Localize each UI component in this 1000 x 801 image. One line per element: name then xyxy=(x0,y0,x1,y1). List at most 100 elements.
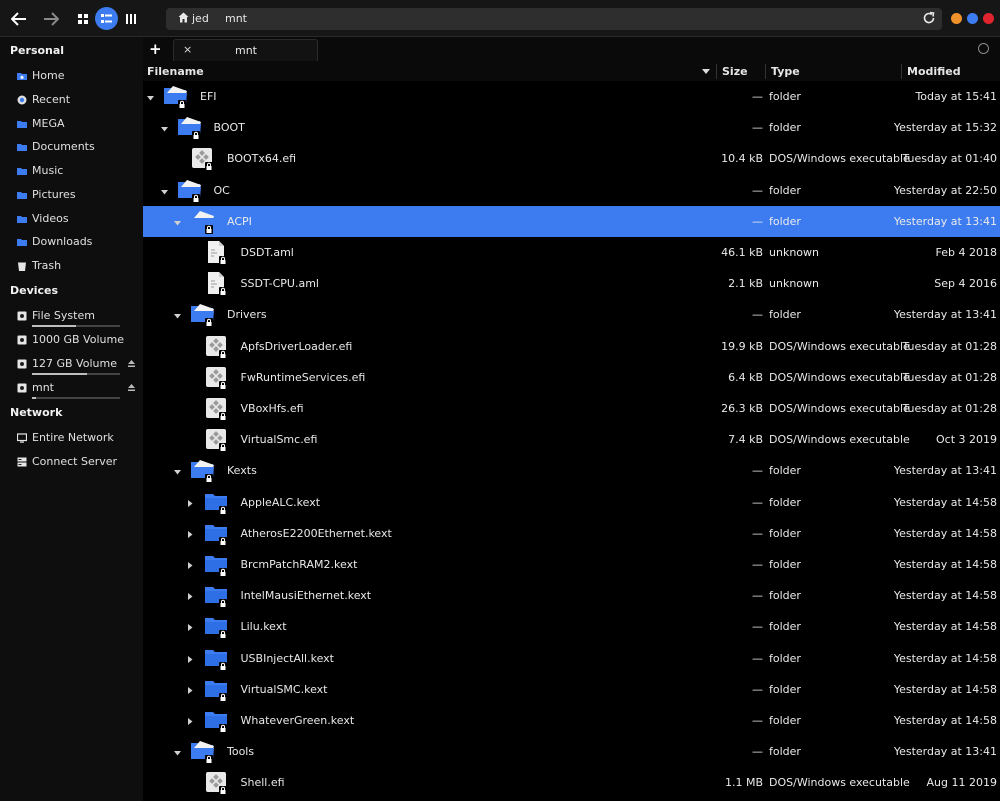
file-modified: Tuesday at 01:28 xyxy=(902,370,998,384)
file-modified: Yesterday at 13:41 xyxy=(893,214,997,228)
sidebar-item-pictures[interactable]: Pictures xyxy=(0,185,143,205)
column-view-button[interactable] xyxy=(119,7,142,30)
sidebar-section-personal: Personal xyxy=(10,44,65,57)
file-name: BOOTx64.efi xyxy=(227,152,297,166)
file-row[interactable]: EFI — folder Today at 15:41 xyxy=(143,81,1000,112)
column-size[interactable]: Size xyxy=(722,65,748,78)
sidebar-item-label: Home xyxy=(32,69,65,82)
file-size: — xyxy=(752,589,763,603)
file-modified: Sep 4 2016 xyxy=(934,277,997,291)
expander-open-icon[interactable] xyxy=(147,91,155,101)
sidebar-item-music[interactable]: Music xyxy=(0,161,143,181)
column-modified[interactable]: Modified xyxy=(907,65,961,78)
sidebar-item-videos[interactable]: Videos xyxy=(0,209,143,229)
sidebar-item-trash[interactable]: Trash xyxy=(0,256,143,276)
maximize-button[interactable] xyxy=(967,13,978,24)
file-row[interactable]: USBInjectAll.kext — folder Yesterday at 14:… xyxy=(143,643,1000,674)
sidebar-item-downloads[interactable]: Downloads xyxy=(0,232,143,252)
back-button[interactable] xyxy=(8,8,30,30)
folder-icon xyxy=(17,192,27,199)
location-bar[interactable]: jed mnt xyxy=(166,8,942,30)
file-row[interactable]: BrcmPatchRAM2.kext — folder Yesterday at 14… xyxy=(143,549,1000,580)
file-row[interactable]: ACPI — folder Yesterday at 13:41 xyxy=(143,205,1000,237)
reload-icon[interactable] xyxy=(922,11,936,25)
expander-closed-icon[interactable] xyxy=(187,621,196,632)
file-type: DOS/Windows executable xyxy=(769,152,910,166)
sidebar-item-1000gb-volume[interactable]: 1000 GB Volume xyxy=(0,330,143,350)
file-row[interactable]: IntelMausiEthernet.kext — folder Yesterday … xyxy=(143,580,1000,611)
file-row[interactable]: BOOTx64.efi 10.4 kB DOS/Windows executable… xyxy=(143,143,1000,174)
expander-open-icon[interactable] xyxy=(174,309,182,319)
eject-icon[interactable] xyxy=(128,360,135,367)
column-type[interactable]: Type xyxy=(771,65,800,78)
expander-open-icon[interactable] xyxy=(160,122,169,132)
file-row[interactable]: FwRuntimeServices.efi 6.4 kB DOS/Windows e… xyxy=(143,362,1000,393)
sort-descending-icon[interactable] xyxy=(702,69,710,74)
breadcrumb-current[interactable]: mnt xyxy=(225,12,247,25)
file-row[interactable]: VirtualSmc.efi 7.4 kB DOS/Windows executab… xyxy=(143,424,1000,455)
expander-closed-icon[interactable] xyxy=(187,559,196,569)
file-modified: Yesterday at 13:41 xyxy=(893,464,997,478)
icon-view-button[interactable] xyxy=(71,7,94,30)
file-row[interactable]: Kexts — folder Yesterday at 13:41 xyxy=(143,455,1000,486)
sidebar-item-127gb-volume[interactable]: 127 GB Volume xyxy=(0,354,143,375)
expander-open-icon[interactable] xyxy=(160,185,169,195)
close-button[interactable] xyxy=(983,13,994,24)
sidebar-item-connect-server[interactable]: Connect Server xyxy=(0,452,143,472)
file-size: — xyxy=(752,495,763,509)
file-row[interactable]: VBoxHfs.efi 26.3 kB DOS/Windows executable… xyxy=(143,393,1000,424)
column-filename[interactable]: Filename xyxy=(147,65,204,78)
expander-open-icon[interactable] xyxy=(174,216,182,226)
file-row[interactable]: WhateverGreen.kext — folder Yesterday at 14… xyxy=(143,705,1000,736)
file-row[interactable]: Tools — folder Yesterday at 13:41 xyxy=(143,736,1000,767)
list-view-button[interactable] xyxy=(95,7,118,30)
sidebar-item-home[interactable]: Home xyxy=(0,66,143,86)
sidebar-item-file-system[interactable]: File System xyxy=(0,306,143,327)
file-row[interactable]: Shell.efi 1.1 MB DOS/Windows executable Aug… xyxy=(143,767,1000,798)
breadcrumb-home[interactable]: jed xyxy=(192,12,209,25)
file-row[interactable]: Drivers — folder Yesterday at 13:41 xyxy=(143,299,1000,330)
expander-closed-icon[interactable] xyxy=(187,497,196,507)
tab-label: mnt xyxy=(235,44,257,57)
tab-mnt[interactable]: × mnt xyxy=(173,39,318,61)
sidebar-item-mnt[interactable]: mnt xyxy=(0,378,143,399)
file-type: folder xyxy=(769,558,801,571)
sidebar-item-entire-network[interactable]: Entire Network xyxy=(0,428,143,448)
executable-file-icon xyxy=(204,334,228,361)
sidebar-item-recent[interactable]: Recent xyxy=(0,90,143,110)
list-icon xyxy=(101,13,112,23)
expander-closed-icon[interactable] xyxy=(187,590,196,601)
file-row[interactable]: BOOT — folder Yesterday at 15:32 xyxy=(143,112,1000,143)
file-row[interactable]: VirtualSMC.kext — folder Yesterday at 14:58 xyxy=(143,674,1000,705)
expander-closed-icon[interactable] xyxy=(187,715,196,725)
expander-open-icon[interactable] xyxy=(174,746,182,756)
sidebar-item-documents[interactable]: Documents xyxy=(0,137,143,157)
folder-icon xyxy=(190,458,216,485)
close-tab-icon[interactable]: × xyxy=(183,43,192,56)
file-row[interactable]: AtherosE2200Ethernet.kext — folder Yesterda… xyxy=(143,518,1000,549)
file-type: DOS/Windows executable xyxy=(769,339,910,353)
file-row[interactable]: SSDT-CPU.aml 2.1 kB unknown Sep 4 2016 xyxy=(143,268,1000,299)
file-row[interactable]: ApfsDriverLoader.efi 19.9 kB DOS/Windows e… xyxy=(143,331,1000,362)
file-size: 7.4 kB xyxy=(728,433,763,447)
file-row[interactable]: OC — folder Yesterday at 22:50 xyxy=(143,175,1000,206)
file-row[interactable]: AppleALC.kext — folder Yesterday at 14:58 xyxy=(143,487,1000,518)
expander-open-icon[interactable] xyxy=(174,465,182,475)
file-row[interactable]: Lilu.kext — folder Yesterday at 14:58 xyxy=(143,611,1000,642)
eject-icon[interactable] xyxy=(128,384,135,391)
sidebar-item-mega[interactable]: MEGA xyxy=(0,114,143,134)
minimize-button[interactable] xyxy=(951,13,962,24)
usage-bar xyxy=(32,325,120,327)
new-tab-button[interactable]: + xyxy=(149,40,162,58)
file-row[interactable]: DSDT.aml 46.1 kB unknown Feb 4 2018 xyxy=(143,237,1000,268)
expander-closed-icon[interactable] xyxy=(187,528,196,538)
file-type: DOS/Windows executable xyxy=(769,370,910,384)
text-file-icon xyxy=(204,240,228,267)
tab-menu-icon[interactable] xyxy=(978,43,989,54)
forward-button[interactable] xyxy=(40,8,62,30)
file-type: folder xyxy=(769,495,801,509)
expander-closed-icon[interactable] xyxy=(187,653,196,663)
file-name: IntelMausiEthernet.kext xyxy=(240,589,372,603)
home-folder-icon xyxy=(17,73,27,80)
expander-closed-icon[interactable] xyxy=(187,684,196,694)
